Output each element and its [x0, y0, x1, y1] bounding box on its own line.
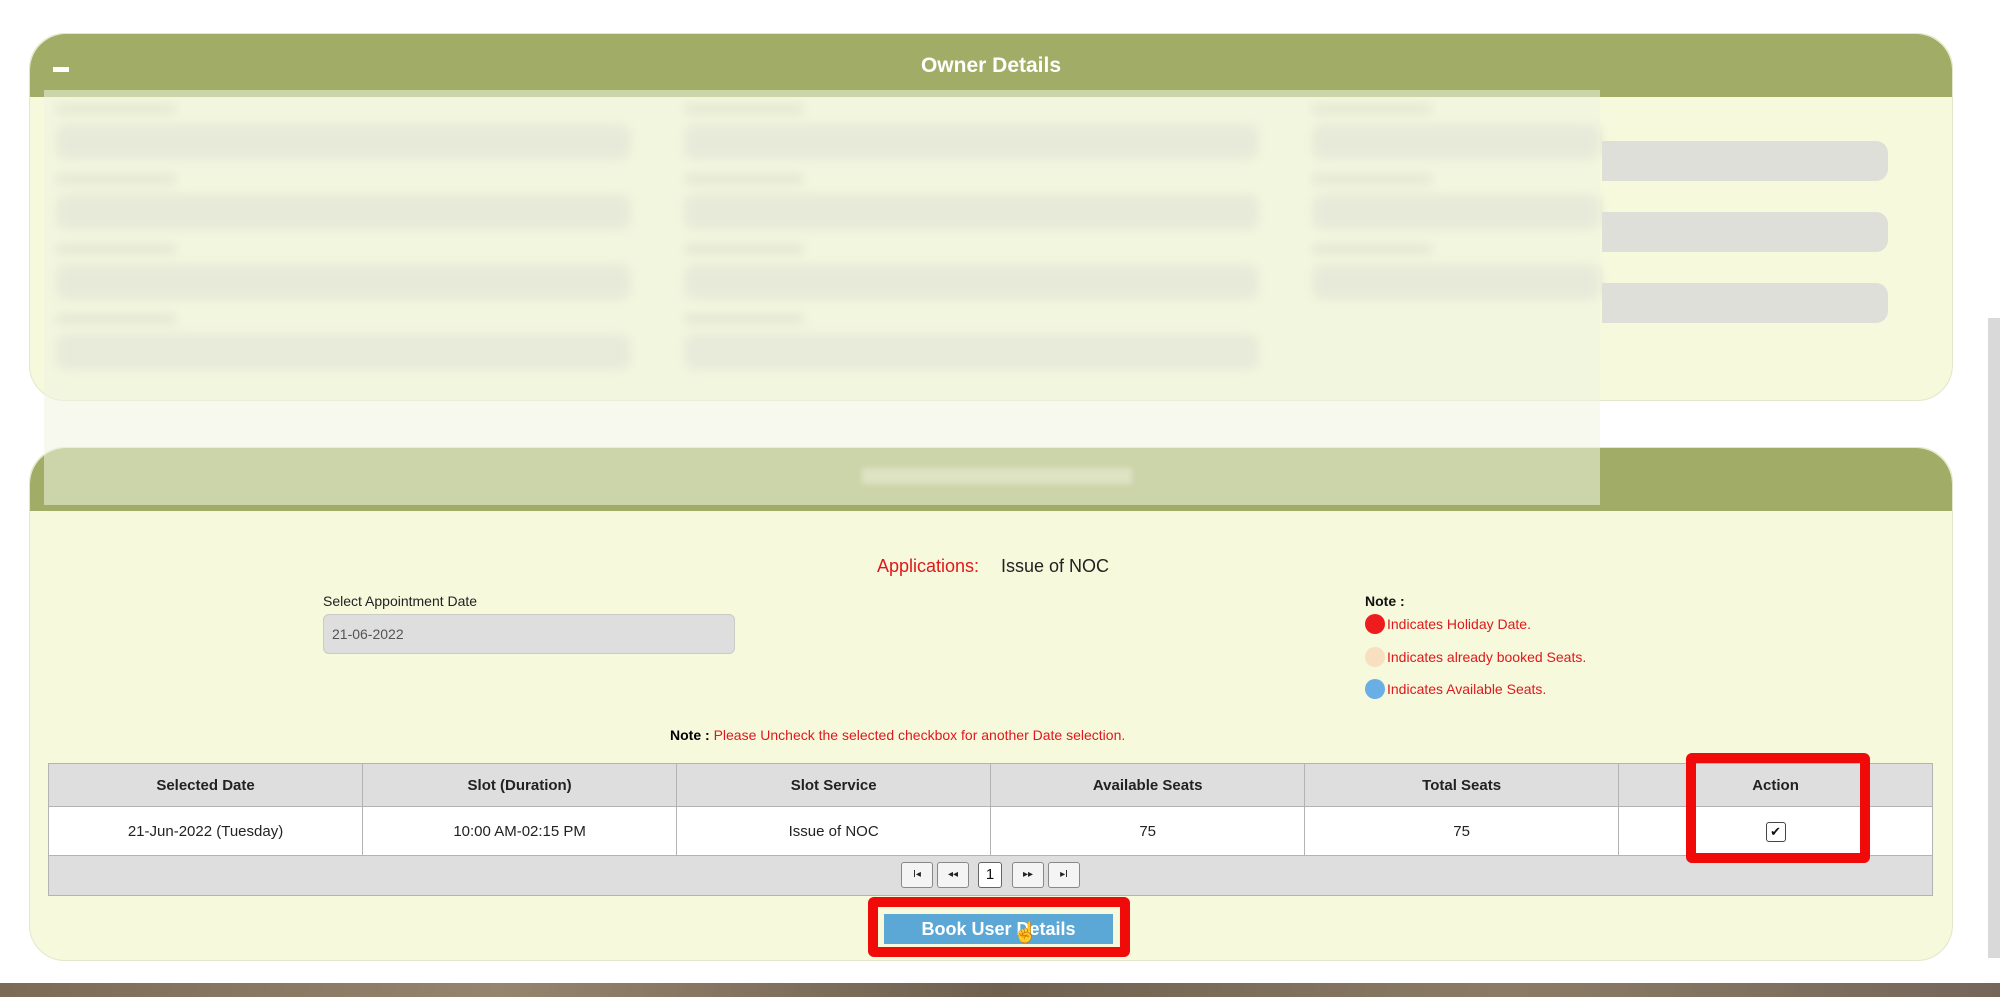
uncheck-note-prefix: Note :: [670, 727, 710, 743]
owner-details-title: Owner Details: [920, 54, 1062, 77]
column-header: Slot Service: [676, 763, 992, 807]
owner-details-header: Owner Details: [30, 34, 1952, 97]
red-dot-icon: [1365, 614, 1385, 634]
applications-label: Applications:: [877, 556, 980, 576]
scrollbar[interactable]: [1988, 318, 2000, 958]
legend-available: Indicates Available Seats.: [1365, 678, 1546, 700]
peach-dot-icon: [1365, 647, 1385, 667]
selected-date-cell: 21-Jun-2022 (Tuesday): [47, 806, 364, 857]
uncheck-note: Note : Please Uncheck the selected check…: [670, 727, 1125, 743]
slot-duration-cell: 10:00 AM-02:15 PM: [362, 806, 678, 857]
collapse-icon[interactable]: [53, 67, 69, 72]
current-page[interactable]: 1: [978, 862, 1002, 888]
legend-holiday-text: Indicates Holiday Date.: [1387, 616, 1531, 632]
prev-page-button[interactable]: ◂◂: [937, 862, 969, 888]
table-header-row: Selected Date Slot (Duration) Slot Servi…: [47, 763, 1933, 807]
slot-table: Selected Date Slot (Duration) Slot Servi…: [47, 763, 1933, 857]
column-header: Slot (Duration): [362, 763, 678, 807]
button-highlight-box: [868, 897, 1130, 957]
slot-service-cell: Issue of NOC: [676, 806, 992, 857]
last-page-button[interactable]: ▸I: [1048, 862, 1080, 888]
next-page-button[interactable]: ▸▸: [1012, 862, 1044, 888]
owner-field[interactable]: [1602, 212, 1888, 252]
blue-dot-icon: [1365, 679, 1385, 699]
available-seats-cell: 75: [990, 806, 1306, 857]
appointment-date-label: Select Appointment Date: [323, 593, 478, 609]
legend-booked: Indicates already booked Seats.: [1365, 646, 1586, 668]
legend-available-text: Indicates Available Seats.: [1387, 681, 1547, 697]
first-page-button[interactable]: I◂: [901, 862, 933, 888]
blurred-panel-title: [862, 468, 1132, 484]
column-header: Available Seats: [990, 763, 1306, 807]
owner-field[interactable]: [1602, 141, 1888, 181]
legend-holiday: Indicates Holiday Date.: [1365, 613, 1531, 635]
appointment-date-input[interactable]: [323, 614, 735, 654]
uncheck-note-text: Please Uncheck the selected checkbox for…: [713, 727, 1126, 743]
column-header: Selected Date: [47, 763, 364, 807]
legend-title: Note :: [1365, 593, 1405, 609]
appointment-panel-header: [30, 448, 1952, 511]
desktop-background-strip: [0, 983, 2000, 997]
legend-booked-text: Indicates already booked Seats.: [1387, 649, 1587, 665]
applications-value: Issue of NOC: [1001, 556, 1110, 576]
owner-field[interactable]: [1602, 283, 1888, 323]
column-header: Total Seats: [1304, 763, 1620, 807]
table-row: 21-Jun-2022 (Tuesday) 10:00 AM-02:15 PM …: [47, 806, 1933, 857]
action-highlight-box: [1686, 753, 1870, 863]
total-seats-cell: 75: [1304, 806, 1620, 857]
